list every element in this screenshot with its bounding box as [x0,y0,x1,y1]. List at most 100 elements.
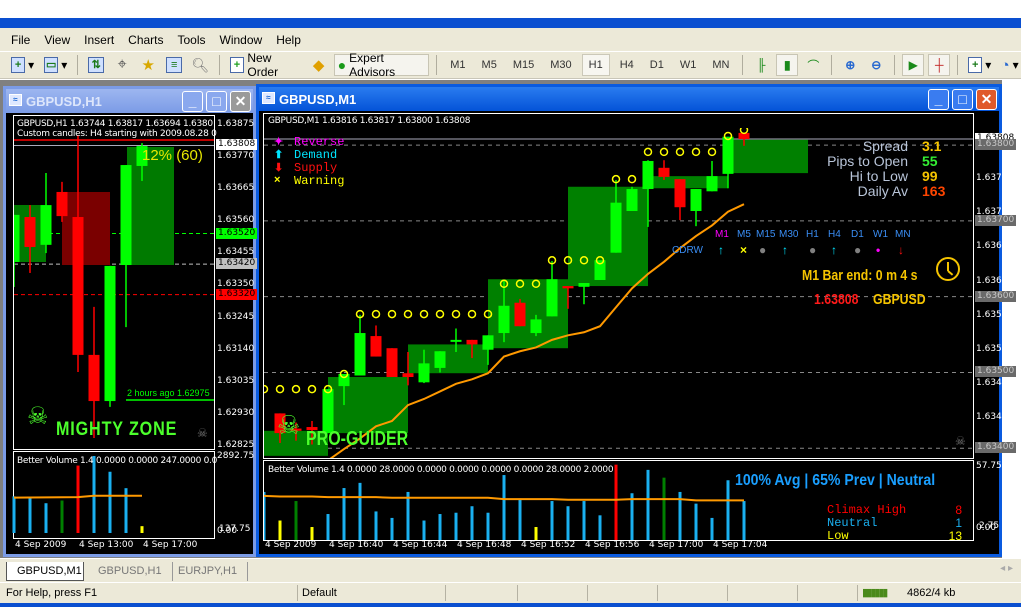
timeframe-m30[interactable]: M30 [544,54,577,76]
profiles-button[interactable]: ▭ ▾ [41,54,70,76]
price-axis-label: 1.63665 [217,183,255,194]
left-price-chart[interactable] [13,115,215,450]
candlestick-icon: ▮ [784,58,791,72]
price-axis-label: 1.62825 [217,439,255,450]
tab-gbpusd-m1[interactable]: GBPUSD,M1 [6,562,84,581]
menu-tools[interactable]: Tools [171,33,213,47]
zone-percent-label: 12% (60) [142,147,203,164]
timeframe-signal-icon: ↓ [898,243,904,257]
window-title-bar[interactable]: ≈ GBPUSD,H1 _ □ ✕ [6,89,253,113]
data-window-button[interactable]: ⌖ [111,54,133,76]
zoom-out-button[interactable]: ⊖ [865,54,887,76]
timeframe-signal-icon: ↑ [782,243,788,257]
legend-label: Warning [294,174,345,188]
timeframe-signal-icon: ● [809,243,817,257]
metaeditor-button[interactable]: ◆ [308,54,330,76]
legend-label: Demand [294,148,338,162]
maximize-button[interactable]: □ [206,91,227,112]
timeframe-label: M15 [756,229,776,240]
new-order-button[interactable]: + New Order [227,51,304,79]
time-axis-label: 4 Sep 16:40 [329,540,384,550]
profiles-icon: ▭ [44,57,59,73]
bar-chart-button[interactable]: ╟ [750,54,772,76]
timeframe-m15[interactable]: M15 [507,54,540,76]
price-marker: 1.63520 [216,227,258,239]
time-ago-label: 2 hours ago 1.62975 [127,388,210,398]
menu-view[interactable]: View [37,33,77,47]
price-axis-label: 1.63140 [217,343,255,354]
skull-icon: ☠ [277,410,301,440]
timeframe-w1[interactable]: W1 [674,54,703,76]
custom-candles-label: Custom candles: H4 starting with 2009.08… [17,129,217,139]
price-marker: 1.63500 [975,366,1017,378]
symbol-label: GBPUSD [873,291,926,308]
terminal-button[interactable]: ≡ [163,54,185,76]
timeframe-m1[interactable]: M1 [444,54,471,76]
volume-header: Better Volume 1.4 0.0000 0.0000 247.0000… [17,456,217,466]
stat-value: 163 [922,183,946,199]
legend-icon: ✦ [274,136,284,148]
price-axis-label: 1.63035 [217,375,255,386]
timeframe-h1[interactable]: H1 [581,54,610,76]
navigator-button[interactable]: ★ [137,54,159,76]
cdrw-label: CDRW [672,245,703,256]
price-marker: 1.63700 [975,214,1017,226]
stat-label: Daily Av [857,183,908,199]
tab-gbpusd-h1[interactable]: GBPUSD,H1 [88,562,173,581]
window-title-bar[interactable]: ≈ GBPUSD,M1 _ □ ✕ [259,87,999,111]
menu-window[interactable]: Window [213,33,270,47]
window-title: GBPUSD,H1 [26,93,102,109]
maximize-button[interactable]: □ [952,89,973,110]
timeframe-label: M1 [715,229,729,240]
timeframe-m5[interactable]: M5 [476,54,503,76]
menu-insert[interactable]: Insert [77,33,121,47]
stat-label: Spread [862,138,908,154]
volume-count-label: Climax High [827,503,907,517]
price-marker: 1.63400 [975,442,1017,454]
auto-scroll-button[interactable]: ▶ [902,54,925,76]
price-axis-label: 1.63485 [976,377,1014,388]
price-marker: 1.63808 [216,139,258,151]
timeframe-h4[interactable]: H4 [614,54,640,76]
line-chart-button[interactable]: ⌒ [802,54,824,76]
warning-diamond-icon: ◆ [312,57,325,74]
indicators-button[interactable]: + ▾ [965,54,994,76]
candlestick-button[interactable]: ▮ [776,54,799,76]
expert-advisors-button[interactable]: ● Expert Advisors [333,51,430,79]
tab-eurjpy-h1[interactable]: EURJPY,H1 [168,562,249,581]
market-watch-button[interactable]: ⇅ [85,54,107,76]
tab-scroll-arrows[interactable]: ◂ ▸ [1000,563,1013,574]
new-chart-button[interactable]: + ▾ [8,54,37,76]
price-axis-label: 1.63770 [217,151,255,162]
minimize-button[interactable]: _ [182,91,203,112]
close-button[interactable]: ✕ [976,89,997,110]
chart-tab-bar: GBPUSD,M1 GBPUSD,H1 EURJPY,H1 ◂ ▸ [0,558,1021,582]
minimize-button[interactable]: _ [928,89,949,110]
legend-label: Supply [294,161,338,175]
close-button[interactable]: ✕ [230,91,251,112]
status-traffic: 4862/4 kb [907,587,956,599]
zoom-in-button[interactable]: ⊕ [839,54,861,76]
window-bottom-border [0,603,1021,607]
price-axis-label: 1.63620 [976,275,1014,286]
app-title-bar [0,0,1021,28]
price-axis-label: 1.63440 [976,411,1014,422]
stat-value: 99 [922,168,938,184]
periods-button[interactable]: ◔ ▾ [998,54,1021,76]
volume-count-value: 13 [948,529,962,543]
strategy-tester-button[interactable]: 🔍︎ [189,54,211,76]
menu-help[interactable]: Help [269,33,308,47]
timeframe-label: H4 [828,229,841,240]
menu-charts[interactable]: Charts [121,33,170,47]
timeframe-signal-icon: ● [759,243,767,257]
menu-bar: File View Insert Charts Tools Window Hel… [0,28,1021,51]
volume-axis-top: 57.75 [976,461,1002,471]
timeframe-d1[interactable]: D1 [644,54,670,76]
volume-count-value: 8 [955,503,962,517]
price-marker: 1.63600 [975,290,1017,302]
stat-value: 55 [922,153,938,169]
menu-file[interactable]: File [4,33,37,47]
timeframe-mn[interactable]: MN [706,54,735,76]
chart-shift-button[interactable]: ┼ [928,54,951,76]
stat-label: Hi to Low [849,168,908,184]
